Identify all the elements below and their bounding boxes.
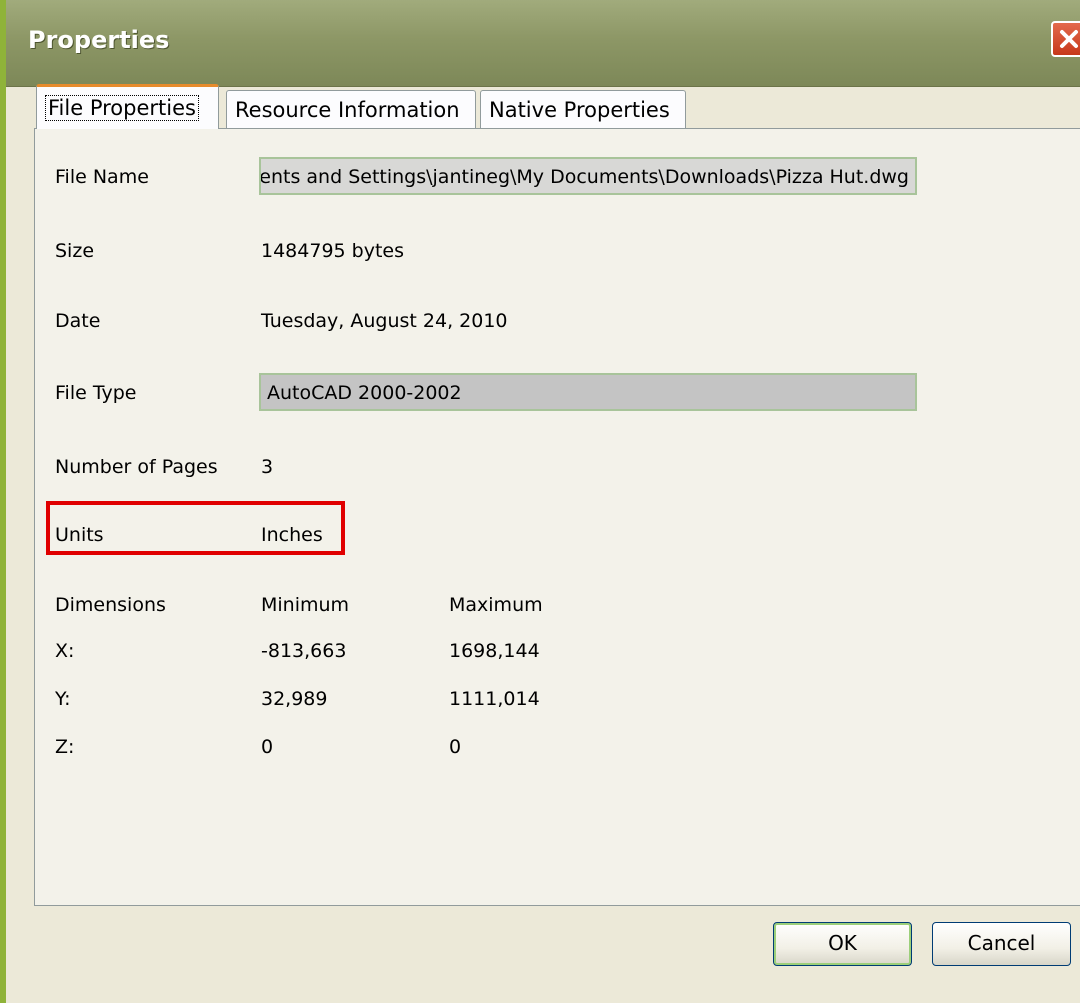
tab-file-properties[interactable]: File Properties <box>36 84 219 129</box>
tab-native-properties[interactable]: Native Properties <box>480 90 686 128</box>
file-name-label: File Name <box>55 166 149 188</box>
dimension-z-min: 0 <box>261 736 274 758</box>
title-bar[interactable]: Properties <box>6 0 1080 87</box>
size-label: Size <box>55 240 95 262</box>
units-highlight-box <box>46 501 345 555</box>
file-type-value: AutoCAD 2000-2002 <box>267 382 462 404</box>
dimension-axis-y: Y: <box>55 688 71 710</box>
file-name-value: C:\Documents and Settings\jantineg\My Do… <box>259 166 909 188</box>
properties-dialog: Properties File Properties Resource Info… <box>0 0 1080 1003</box>
file-type-label: File Type <box>55 382 137 404</box>
dimension-y-min: 32,989 <box>261 688 328 710</box>
date-label: Date <box>55 310 101 332</box>
dimension-z-max: 0 <box>449 736 462 758</box>
ok-button[interactable]: OK <box>773 922 912 966</box>
tab-label: Resource Information <box>235 98 460 122</box>
window-title: Properties <box>28 26 170 54</box>
close-icon <box>1060 30 1078 48</box>
dimensions-min-header: Minimum <box>261 594 350 616</box>
file-type-field[interactable]: AutoCAD 2000-2002 <box>259 373 917 411</box>
dimensions-max-header: Maximum <box>449 594 543 616</box>
cancel-button[interactable]: Cancel <box>932 922 1071 966</box>
close-button[interactable] <box>1051 21 1080 57</box>
dimensions-label: Dimensions <box>55 594 166 616</box>
size-value: 1484795 bytes <box>261 240 405 262</box>
tab-label: File Properties <box>45 95 199 121</box>
date-value: Tuesday, August 24, 2010 <box>261 310 508 332</box>
tab-resource-information[interactable]: Resource Information <box>226 90 476 128</box>
file-name-field[interactable]: C:\Documents and Settings\jantineg\My Do… <box>259 157 917 195</box>
number-of-pages-value: 3 <box>261 456 274 478</box>
dimension-y-max: 1111,014 <box>449 688 540 710</box>
dimension-axis-z: Z: <box>55 736 75 758</box>
tab-label: Native Properties <box>489 98 670 122</box>
dimension-axis-x: X: <box>55 640 75 662</box>
dimension-x-min: -813,663 <box>261 640 347 662</box>
number-of-pages-label: Number of Pages <box>55 456 218 478</box>
dimension-x-max: 1698,144 <box>449 640 540 662</box>
